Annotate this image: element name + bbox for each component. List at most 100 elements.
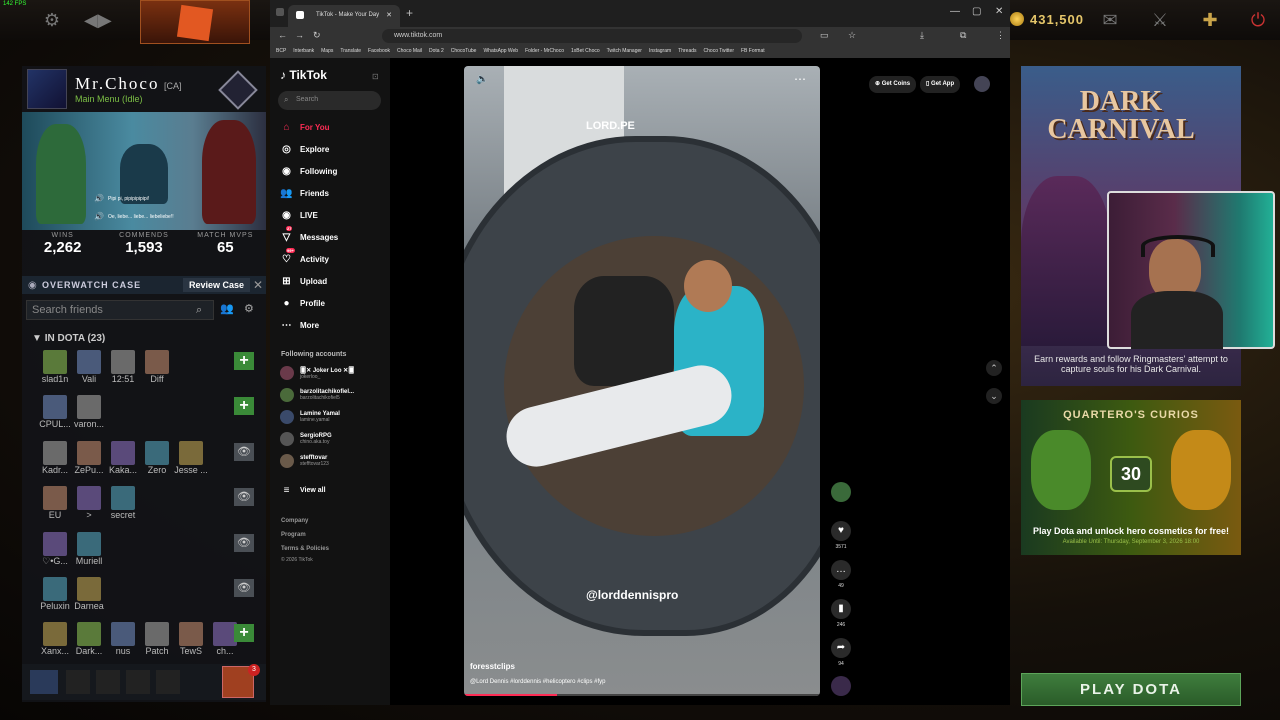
friend-tile[interactable]: slad1n	[36, 350, 74, 394]
tiktok-logo[interactable]: ♪ TikTok	[280, 68, 327, 82]
bookmark-item[interactable]: Translate	[340, 48, 361, 54]
tab-menu-icon[interactable]	[276, 8, 284, 16]
bookmark-item[interactable]: Facebook	[368, 48, 390, 54]
plus-subscription-icon[interactable]: ✚	[1198, 8, 1222, 32]
tiktok-search-input[interactable]: Search	[278, 91, 381, 110]
friend-tile[interactable]: ♡•G...	[36, 532, 74, 576]
following-account[interactable]: barzolitachikofiel... barzolitachikofiel5	[280, 385, 354, 405]
user-avatar[interactable]	[974, 76, 991, 92]
nav-item-live[interactable]: ◉ LIVE	[280, 207, 318, 223]
video-progress-bar[interactable]	[464, 694, 820, 696]
close-window-icon[interactable]: ✕	[995, 6, 1003, 17]
quarteros-curios-banner[interactable]: QUARTERO'S CURIOS 30 Play Dota and unloc…	[1021, 400, 1241, 555]
bookmark-item[interactable]: 1xBet Choco	[571, 48, 600, 54]
friend-tile[interactable]: Kadr...	[36, 441, 74, 485]
friend-tile[interactable]: Vali	[70, 350, 108, 394]
collapse-sidebar-icon[interactable]: ⊡	[372, 72, 379, 81]
friend-tile[interactable]: Patch	[138, 622, 176, 666]
bookmark-item[interactable]: WhatsApp Web	[483, 48, 518, 54]
friend-tile[interactable]: Muriell	[70, 532, 108, 576]
url-input[interactable]: www.tiktok.com	[382, 29, 802, 43]
friend-tile[interactable]: >	[70, 486, 108, 530]
party-slot[interactable]	[126, 670, 150, 694]
following-account[interactable]: SergioRPG chino.aka.toy	[280, 429, 332, 449]
extensions-icon[interactable]: ⧉	[960, 30, 966, 41]
back-icon[interactable]: ←	[278, 30, 287, 40]
comment-button[interactable]: … 49	[830, 560, 852, 589]
bookmark-item[interactable]: Dota 2	[429, 48, 444, 54]
power-icon[interactable]: ⏻	[1246, 8, 1270, 32]
download-icon[interactable]: ⤓	[920, 30, 924, 41]
friend-tile[interactable]: Kaka...	[104, 441, 142, 485]
view-all-link[interactable]: ≡ View all	[280, 482, 326, 498]
nav-item-for-you[interactable]: ⌂ For You	[280, 119, 329, 135]
bookmark-item[interactable]: Twitch Manager	[607, 48, 642, 54]
friend-tile[interactable]: Jesse ...	[172, 441, 210, 485]
friend-tile[interactable]: Peluxin	[36, 577, 74, 621]
bookmark-item[interactable]: Instagram	[649, 48, 671, 54]
star-icon[interactable]: ☆	[848, 30, 856, 41]
party-slot[interactable]	[96, 670, 120, 694]
following-account[interactable]: Lamine Yamal lamine.yamal	[280, 407, 340, 427]
video-description[interactable]: @Lord Dennis #lorddennis #helicoptero #c…	[470, 679, 606, 685]
get-coins-button[interactable]: ⊕ Get Coins	[869, 76, 917, 93]
mail-icon[interactable]: ✉	[1098, 8, 1122, 32]
more-options-icon[interactable]: ⋯	[794, 72, 806, 86]
mute-icon[interactable]: 🔈	[476, 74, 488, 85]
speaker-icon[interactable]: 🔊	[94, 194, 104, 203]
friend-tile[interactable]: Zero	[138, 441, 176, 485]
profile-name[interactable]: Mr.Choco	[75, 74, 159, 93]
in-dota-header[interactable]: ▼ IN DOTA (23)	[32, 333, 105, 344]
bookmark-item[interactable]: Choco Twitter	[704, 48, 734, 54]
friend-tile[interactable]: Dark...	[70, 622, 108, 666]
menu-kebab-icon[interactable]: ⋮	[996, 30, 1005, 41]
following-account[interactable]: 🂠✕ Joker Loo ✕🂠 jokerloo_	[280, 363, 354, 383]
bookmark-item[interactable]: Threads	[678, 48, 696, 54]
bookmark-button[interactable]: ▮ 246	[830, 599, 852, 628]
nav-item-more[interactable]: ⋯ More	[280, 317, 320, 333]
heart-button[interactable]: ♥ 3571	[830, 521, 852, 550]
nav-item-friends[interactable]: 👥 Friends	[280, 185, 329, 201]
friend-tile[interactable]: CPUL...	[36, 395, 74, 439]
bookmark-item[interactable]: Maps	[321, 48, 333, 54]
armory-icon[interactable]: ⚔	[1148, 8, 1172, 32]
review-case-button[interactable]: Review Case	[182, 278, 250, 292]
video-author[interactable]: foresstclips	[470, 662, 515, 671]
watch-button[interactable]: 👁	[234, 579, 254, 597]
watch-button[interactable]: 👁	[234, 443, 254, 461]
dota-logo-tab[interactable]	[140, 0, 250, 44]
add-friend-icon[interactable]: 👥	[220, 302, 234, 315]
close-tab-icon[interactable]: ✕	[386, 11, 392, 19]
creator-avatar[interactable]	[830, 482, 852, 502]
share-button[interactable]: ➦ 94	[830, 638, 852, 667]
friend-tile[interactable]: varon...	[70, 395, 108, 439]
speaker-icon[interactable]: 🔊	[94, 212, 104, 221]
settings-gear-icon[interactable]: ⚙	[40, 8, 64, 32]
hero-showcase[interactable]: Pipi pi, pipipipipipi! Oe, liebe... lieb…	[22, 112, 266, 230]
friend-tile[interactable]: Xanx...	[36, 622, 74, 666]
tab-tiktok[interactable]: TikTok - Make Your Day ✕	[288, 5, 400, 27]
get-app-button[interactable]: ▯ Get App	[920, 76, 961, 93]
video-player[interactable]: 🔈 ⋯ LORD.PE @lorddennispro foresstclips …	[464, 66, 820, 696]
nav-item-explore[interactable]: ◎ Explore	[280, 141, 329, 157]
next-video-chevron-down-icon[interactable]: ⌄	[986, 388, 1002, 404]
music-disc[interactable]	[830, 676, 852, 696]
bookmark-item[interactable]: Interbank	[293, 48, 314, 54]
invite-button[interactable]: +	[234, 397, 254, 415]
friend-tile[interactable]: ZePu...	[70, 441, 108, 485]
nav-item-messages[interactable]: ▽ Messages 27	[280, 226, 338, 245]
search-friends-input[interactable]: Search friends	[26, 300, 214, 320]
bookmark-item[interactable]: Choco Mail	[397, 48, 422, 54]
maximize-icon[interactable]: ▢	[972, 6, 981, 17]
friend-tile[interactable]: secret	[104, 486, 142, 530]
close-icon[interactable]: ✕	[250, 278, 266, 292]
nav-item-activity[interactable]: ♡ Activity 99+	[280, 248, 329, 267]
friend-settings-icon[interactable]: ⚙	[244, 302, 254, 315]
nav-item-profile[interactable]: ● Profile	[280, 295, 324, 311]
friend-tile[interactable]: Darnea	[70, 577, 108, 621]
party-avatar[interactable]	[30, 670, 58, 694]
bookmark-item[interactable]: FB Format	[741, 48, 765, 54]
friend-tile[interactable]: 12:51	[104, 350, 142, 394]
profile-avatar[interactable]	[27, 69, 67, 109]
footer-program[interactable]: Program	[281, 532, 306, 538]
